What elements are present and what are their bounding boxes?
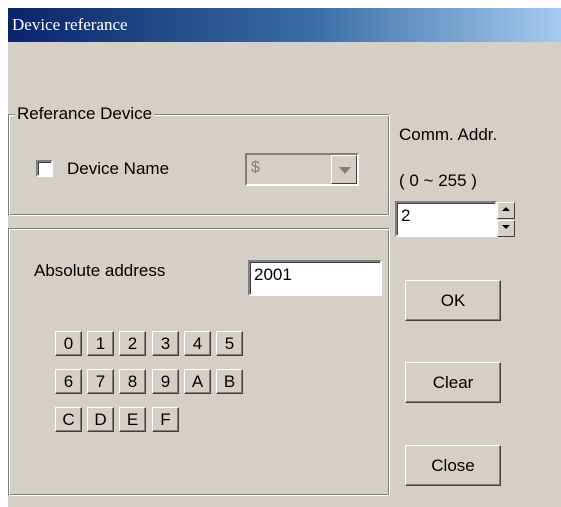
key-button[interactable]: 8 xyxy=(119,369,146,394)
comm-addr-spin-down[interactable] xyxy=(497,220,515,237)
arrow-down-icon xyxy=(502,225,510,229)
title-bar: Device referance xyxy=(8,8,561,42)
ok-button[interactable]: OK xyxy=(405,280,501,321)
key-button[interactable]: A xyxy=(184,369,211,394)
close-button[interactable]: Close xyxy=(405,445,501,486)
key-button[interactable]: D xyxy=(87,407,114,432)
device-name-combo[interactable]: $ xyxy=(245,153,359,186)
comm-addr-range: ( 0 ~ 255 ) xyxy=(399,171,477,190)
key-button[interactable]: 2 xyxy=(119,331,146,356)
key-button[interactable]: 9 xyxy=(152,369,179,394)
reference-device-group: Referance Device Device Name $ xyxy=(8,104,390,216)
key-button[interactable]: 5 xyxy=(216,331,243,356)
comm-addr-input[interactable]: 2 xyxy=(395,201,497,237)
device-name-checkbox[interactable] xyxy=(36,160,53,177)
key-button[interactable]: B xyxy=(216,369,243,394)
device-reference-dialog: Device referance Referance Device Device… xyxy=(8,8,561,507)
address-group: Absolute address 2001 0 1 2 3 4 5 6 7 8 … xyxy=(8,228,390,496)
comm-addr-spin-up[interactable] xyxy=(497,202,515,219)
device-name-combo-value: $ xyxy=(251,159,260,176)
key-button[interactable]: 3 xyxy=(152,331,179,356)
clear-button[interactable]: Clear xyxy=(405,362,501,403)
key-button[interactable]: 7 xyxy=(87,369,114,394)
key-button[interactable]: E xyxy=(119,407,146,432)
key-button[interactable]: 0 xyxy=(55,331,82,356)
arrow-up-icon xyxy=(502,207,510,211)
window-title: Device referance xyxy=(12,15,128,34)
key-button[interactable]: 6 xyxy=(55,369,82,394)
chevron-down-icon[interactable] xyxy=(331,155,357,184)
comm-addr-label: Comm. Addr. xyxy=(399,125,498,144)
key-button[interactable]: 4 xyxy=(184,331,211,356)
key-button[interactable]: C xyxy=(55,407,82,432)
key-button[interactable]: 1 xyxy=(87,331,114,356)
device-name-label[interactable]: Device Name xyxy=(67,159,169,179)
absolute-address-label: Absolute address xyxy=(34,261,166,280)
absolute-address-input[interactable]: 2001 xyxy=(248,260,382,296)
key-button[interactable]: F xyxy=(152,407,179,432)
reference-device-legend: Referance Device xyxy=(15,104,155,124)
